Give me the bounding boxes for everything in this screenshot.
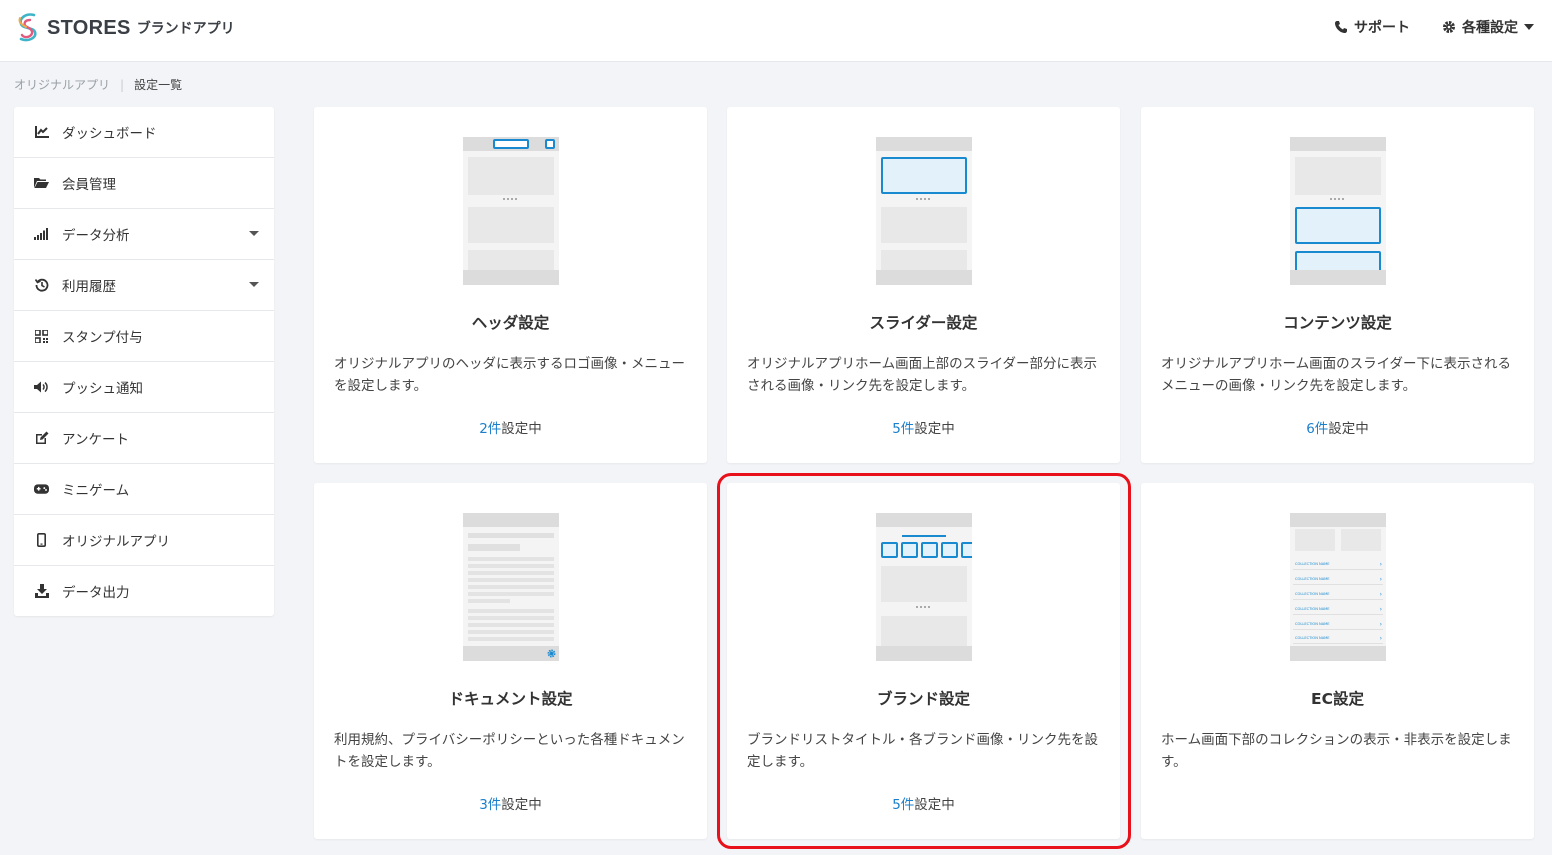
sidebar-item-label: アンケート <box>62 432 129 448</box>
sidebar-nav: ダッシュボード 会員管理 データ分析 利用履歴 スタンプ付与 プッシュ通知 アン… <box>14 107 274 616</box>
settings-label: 各種設定 <box>1462 20 1518 36</box>
support-label: サポート <box>1354 20 1410 36</box>
download-icon <box>34 584 49 599</box>
breadcrumb: オリジナルアプリ | 設定一覧 <box>14 76 182 93</box>
content-preview-image <box>1290 137 1386 285</box>
sidebar-item-label: ダッシュボード <box>62 126 157 142</box>
support-link[interactable]: サポート <box>1334 17 1410 37</box>
count-value: 6件 <box>1306 421 1329 437</box>
sidebar-item-stamps[interactable]: スタンプ付与 <box>14 311 274 362</box>
slider-preview-image <box>876 137 972 285</box>
card-document-settings[interactable]: ドキュメント設定 利用規約、プライバシーポリシーといった各種ドキュメントを設定し… <box>314 483 707 839</box>
sidebar-item-push[interactable]: プッシュ通知 <box>14 362 274 413</box>
sidebar-item-export[interactable]: データ出力 <box>14 566 274 616</box>
stores-logo-icon <box>18 13 37 42</box>
sidebar-item-label: スタンプ付与 <box>62 330 143 346</box>
gear-icon <box>547 649 556 658</box>
phone-icon <box>1335 21 1347 33</box>
card-count: 6件設定中 <box>1141 417 1534 437</box>
mobile-icon <box>34 533 49 548</box>
volume-icon <box>34 380 49 395</box>
card-title: ブランド設定 <box>876 690 970 708</box>
card-title: コンテンツ設定 <box>1283 314 1392 332</box>
top-header: STORES ブランドアプリ サポート 各種設定 <box>0 0 1552 62</box>
sidebar-item-analytics[interactable]: データ分析 <box>14 209 274 260</box>
card-count: 3件設定中 <box>314 793 707 813</box>
count-suffix: 設定中 <box>914 421 955 437</box>
sidebar-item-dashboard[interactable]: ダッシュボード <box>14 107 274 158</box>
sidebar-item-survey[interactable]: アンケート <box>14 413 274 464</box>
sidebar-item-minigame[interactable]: ミニゲーム <box>14 464 274 515</box>
caret-down-icon <box>1524 24 1534 30</box>
chart-line-icon <box>34 125 49 140</box>
card-header-settings[interactable]: ヘッダ設定 オリジナルアプリのヘッダに表示するロゴ画像・メニューを設定します。 … <box>314 107 707 463</box>
sidebar-item-label: ミニゲーム <box>62 483 130 499</box>
card-ec-settings[interactable]: COLLECTION NAME COLLECTION NAME COLLECTI… <box>1141 483 1534 839</box>
gear-icon <box>1443 21 1455 33</box>
document-preview-image <box>463 513 559 661</box>
count-value: 3件 <box>479 797 502 813</box>
brand-sub: ブランドアプリ <box>136 21 235 37</box>
card-title: ドキュメント設定 <box>448 690 573 708</box>
edit-icon <box>34 431 49 446</box>
count-value: 2件 <box>479 421 502 437</box>
card-title: EC設定 <box>1311 690 1364 708</box>
folder-icon <box>34 176 49 191</box>
breadcrumb-current: 設定一覧 <box>134 78 183 92</box>
history-icon <box>34 278 49 293</box>
card-count: 5件設定中 <box>727 793 1120 813</box>
card-content-settings[interactable]: コンテンツ設定 オリジナルアプリホーム画面のスライダー下に表示されるメニューの画… <box>1141 107 1534 463</box>
stores-logo[interactable]: STORES ブランドアプリ <box>14 10 235 46</box>
settings-dropdown[interactable]: 各種設定 <box>1442 17 1534 37</box>
sidebar-item-label: オリジナルアプリ <box>62 534 170 550</box>
card-description: ブランドリストタイトル・各ブランド画像・リンク先を設定します。 <box>747 732 1098 770</box>
card-description: オリジナルアプリホーム画面のスライダー下に表示されるメニューの画像・リンク先を設… <box>1161 356 1512 394</box>
card-slider-settings[interactable]: スライダー設定 オリジナルアプリホーム画面上部のスライダー部分に表示される画像・… <box>727 107 1120 463</box>
brand-name: STORES <box>47 16 131 39</box>
sidebar-item-label: データ分析 <box>62 228 130 244</box>
brand-preview-image <box>876 513 972 661</box>
card-title: スライダー設定 <box>869 314 978 332</box>
sidebar-item-label: プッシュ通知 <box>62 381 143 397</box>
sidebar-item-members[interactable]: 会員管理 <box>14 158 274 209</box>
sidebar-item-label: 利用履歴 <box>62 279 116 295</box>
sidebar-item-original-app[interactable]: オリジナルアプリ <box>14 515 274 566</box>
count-suffix: 設定中 <box>914 797 955 813</box>
card-description: オリジナルアプリホーム画面上部のスライダー部分に表示される画像・リンク先を設定し… <box>747 356 1098 394</box>
card-count: 5件設定中 <box>727 417 1120 437</box>
breadcrumb-parent[interactable]: オリジナルアプリ <box>14 76 110 93</box>
card-description: ホーム画面下部のコレクションの表示・非表示を設定します。 <box>1161 732 1512 770</box>
card-count: 2件設定中 <box>314 417 707 437</box>
count-suffix: 設定中 <box>1328 421 1369 437</box>
count-value: 5件 <box>892 421 915 437</box>
caret-down-icon <box>249 231 259 236</box>
count-suffix: 設定中 <box>501 421 542 437</box>
sidebar-item-label: データ出力 <box>62 585 130 601</box>
sidebar-item-label: 会員管理 <box>62 177 116 193</box>
sidebar-item-history[interactable]: 利用履歴 <box>14 260 274 311</box>
header-preview-image <box>463 137 559 285</box>
count-suffix: 設定中 <box>501 797 542 813</box>
signal-bars-icon <box>34 227 49 242</box>
ec-preview-image: COLLECTION NAME COLLECTION NAME COLLECTI… <box>1290 513 1386 661</box>
caret-down-icon <box>249 282 259 287</box>
card-brand-settings[interactable]: ブランド設定 ブランドリストタイトル・各ブランド画像・リンク先を設定します。 5… <box>727 483 1120 839</box>
card-title: ヘッダ設定 <box>471 314 550 332</box>
card-description: 利用規約、プライバシーポリシーといった各種ドキュメントを設定します。 <box>334 732 685 770</box>
breadcrumb-separator: | <box>120 77 125 92</box>
qrcode-icon <box>34 329 49 344</box>
gamepad-icon <box>34 482 49 497</box>
card-description: オリジナルアプリのヘッダに表示するロゴ画像・メニューを設定します。 <box>334 356 685 394</box>
count-value: 5件 <box>892 797 915 813</box>
